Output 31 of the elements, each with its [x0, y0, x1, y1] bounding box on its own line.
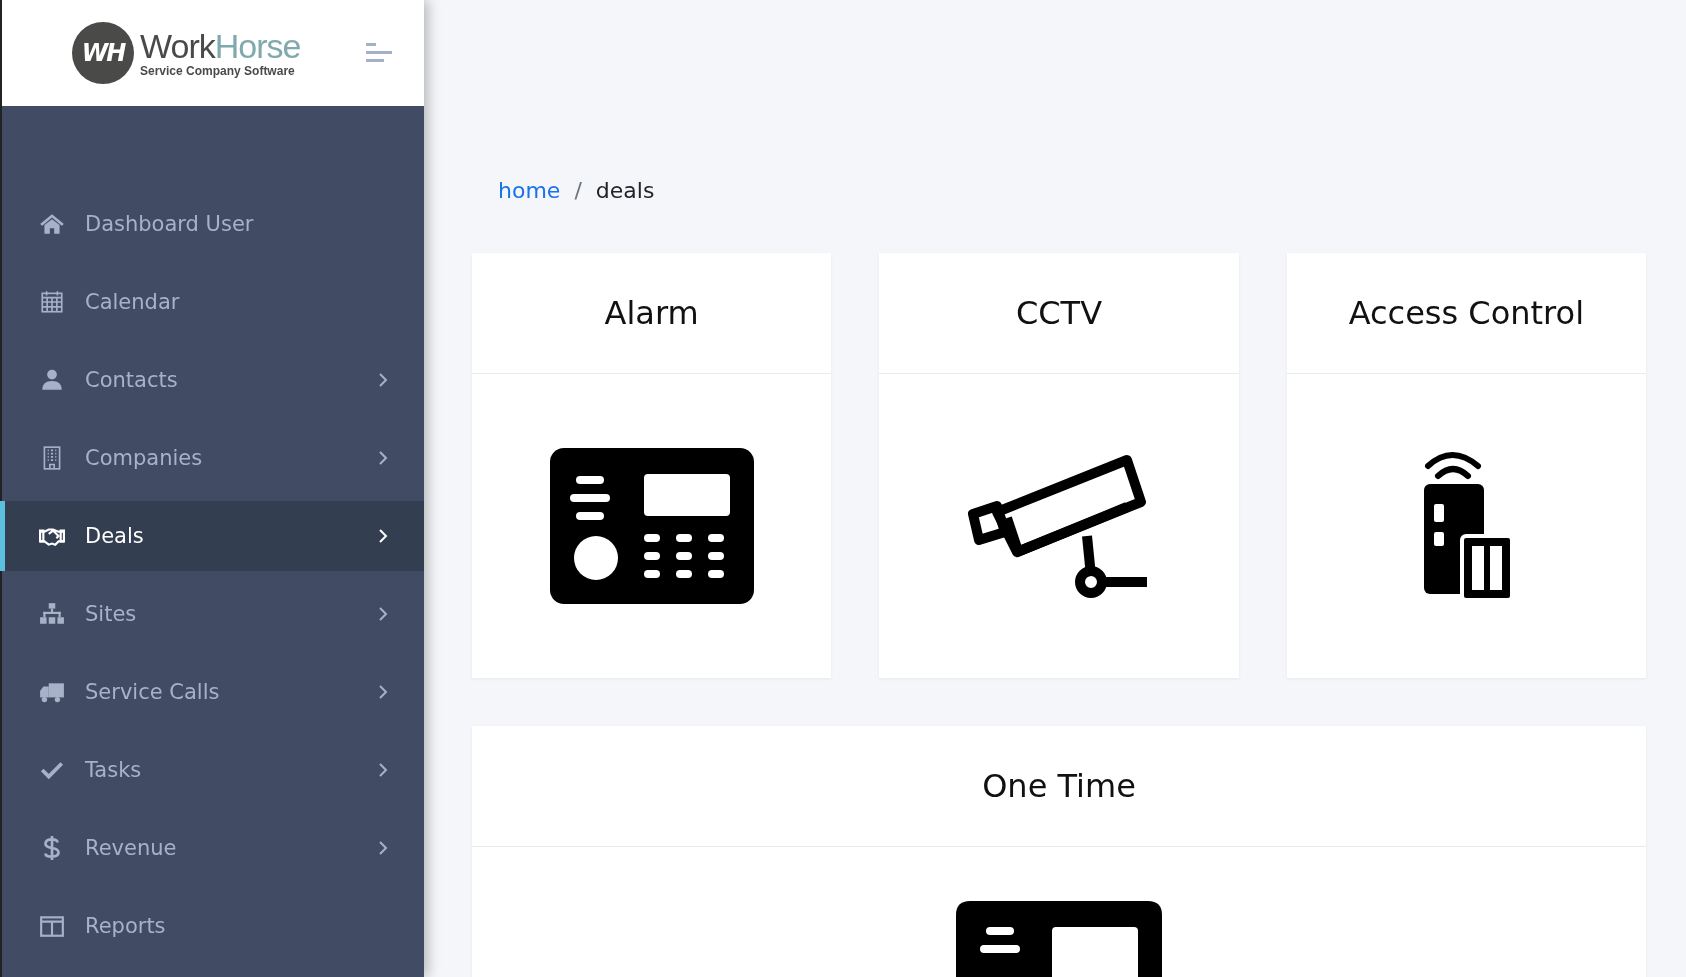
breadcrumb-separator: /	[574, 178, 582, 203]
category-card[interactable]: Access Control	[1286, 253, 1646, 678]
alarm-panel-icon	[549, 448, 754, 604]
sitemap-icon	[39, 601, 65, 627]
breadcrumb-current: deals	[595, 178, 655, 203]
breadcrumb-link[interactable]: home	[498, 178, 561, 203]
sidebar-item[interactable]: Calendar	[0, 267, 424, 337]
sidebar-item[interactable]: Contacts	[0, 345, 424, 415]
sidebar-item[interactable]: Reports	[0, 891, 424, 961]
category-card[interactable]: One Time	[472, 726, 1646, 977]
card-title: One Time	[982, 767, 1136, 805]
card-title: Access Control	[1348, 294, 1584, 332]
sidebar-item[interactable]: Tasks	[0, 735, 424, 805]
card-title: Alarm	[604, 294, 699, 332]
sidebar-item[interactable]: Dashboard User	[0, 189, 424, 259]
card-title: CCTV	[1015, 294, 1103, 332]
logo-monogram: WH	[72, 22, 134, 84]
sidebar-item[interactable]: Revenue	[0, 813, 424, 883]
logo-tagline: Service Company Software	[140, 64, 296, 78]
columns-icon	[39, 913, 65, 939]
logo-name: Work	[140, 27, 215, 65]
sidebar-item[interactable]: Deals	[0, 501, 424, 571]
sidebar-item[interactable]: Sites	[0, 579, 424, 649]
sidebar-item[interactable]: Companies	[0, 423, 424, 493]
terminal-icon	[956, 901, 1162, 977]
menu-icon[interactable]	[366, 43, 392, 63]
person-icon	[39, 367, 65, 393]
sidebar-item[interactable]: Service Calls	[0, 657, 424, 727]
category-card[interactable]: CCTV	[879, 253, 1239, 678]
category-card[interactable]: Alarm	[472, 253, 832, 678]
calendar-icon	[39, 289, 65, 315]
